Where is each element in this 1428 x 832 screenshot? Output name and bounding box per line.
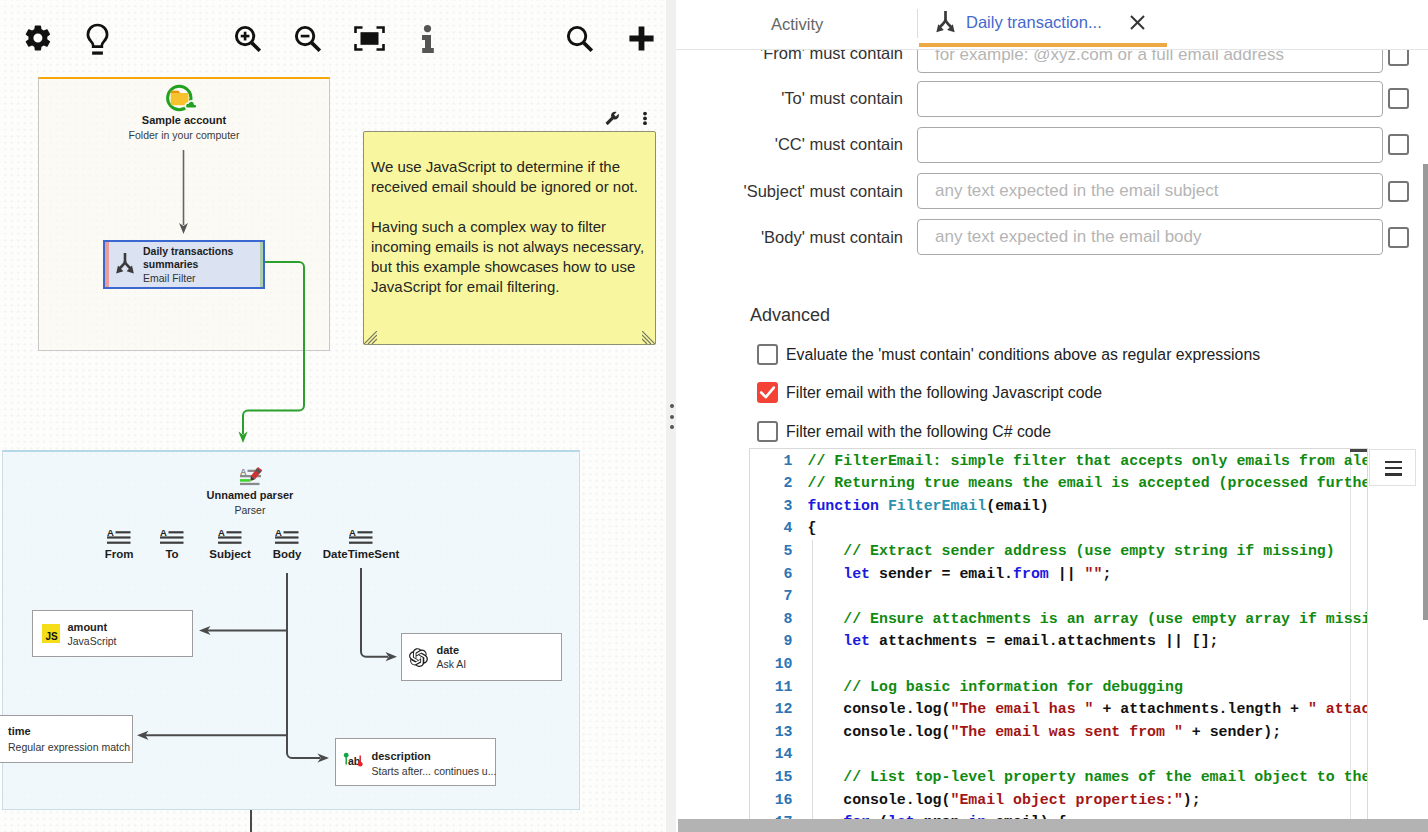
- svg-text:A: A: [275, 527, 282, 538]
- svg-text:A: A: [160, 527, 167, 538]
- svg-text:A: A: [218, 527, 225, 538]
- svg-text:A: A: [349, 527, 356, 538]
- svg-text:A: A: [107, 527, 114, 538]
